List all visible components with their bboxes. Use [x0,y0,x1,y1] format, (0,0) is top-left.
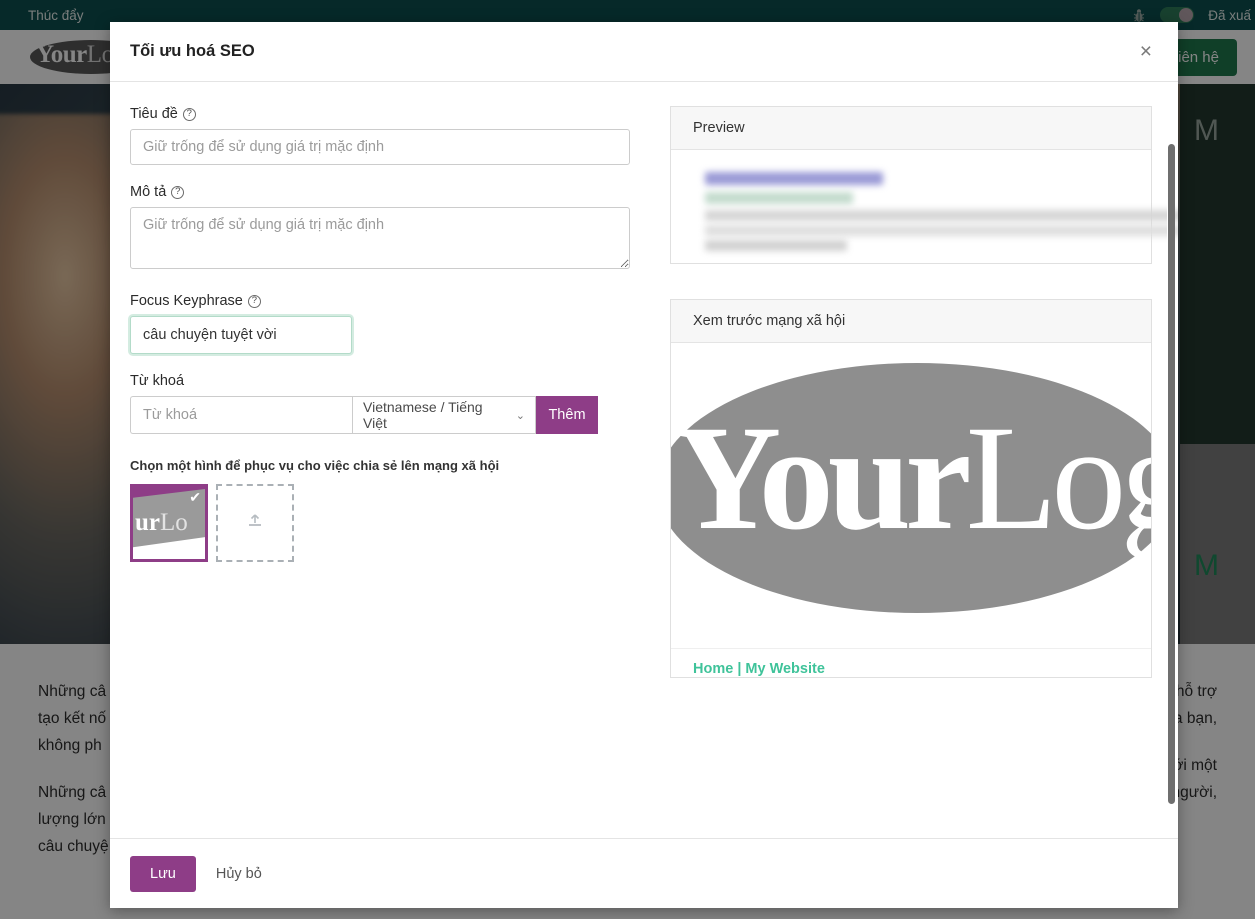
social-preview-image: YourLogo [671,343,1151,649]
social-word-primary: Your [673,395,966,561]
focus-keyphrase-label-text: Focus Keyphrase [130,293,243,309]
description-field-block: Mô tả ? [130,184,640,274]
help-icon[interactable]: ? [171,186,184,199]
thumbnail-word-secondary: Lo [160,509,188,536]
focus-keyphrase-block: Focus Keyphrase ? [130,293,640,354]
dialog-header: Tối ưu hoá SEO × [110,22,1178,82]
seo-title-input[interactable] [130,129,630,165]
serp-preview-placeholder [691,166,1131,276]
serp-preview-header: Preview [671,107,1151,150]
description-label-text: Mô tả [130,184,166,200]
selected-logo-thumbnail[interactable]: urLo ✔ [130,484,208,562]
language-select-value: Vietnamese / Tiếng Việt [363,399,510,431]
focus-keyphrase-label: Focus Keyphrase ? [130,293,640,309]
upload-icon [246,512,264,535]
serp-preview-card: Preview [670,106,1152,264]
dialog-footer: Lưu Hủy bỏ [110,838,1178,908]
cancel-button[interactable]: Hủy bỏ [206,856,272,892]
social-preview-card: Xem trước mạng xã hội YourLogo Home | My… [670,299,1152,678]
placeholder-desc-line [705,225,1178,236]
dialog-left-column: Tiêu đề ? Mô tả ? Focus Keyphrase ? [110,82,660,838]
chevron-down-icon: ⌄ [516,409,525,422]
thumbnail-wordmark: urLo [135,509,188,537]
placeholder-desc-line [705,240,847,251]
keywords-label: Từ khoá [130,373,640,389]
keywords-row: Vietnamese / Tiếng Việt ⌄ Thêm [130,396,640,434]
help-icon[interactable]: ? [183,108,196,121]
title-field-label: Tiêu đề ? [130,106,640,122]
seo-optimization-dialog: Tối ưu hoá SEO × Tiêu đề ? Mô tả ? [110,22,1178,908]
title-field-block: Tiêu đề ? [130,106,640,165]
placeholder-title-line [705,172,883,185]
add-keyword-button[interactable]: Thêm [536,396,598,434]
dialog-title: Tối ưu hoá SEO [130,42,255,61]
keywords-label-text: Từ khoá [130,373,184,389]
social-image-thumbnails: urLo ✔ [130,484,640,562]
keyword-input[interactable] [130,396,352,434]
upload-image-tile[interactable] [216,484,294,562]
check-icon: ✔ [189,490,201,504]
close-icon[interactable]: × [1134,39,1158,64]
placeholder-desc-line [705,210,1178,221]
dialog-right-column: Preview Xem trước mạng xã hội YourLogo [660,82,1178,838]
save-button[interactable]: Lưu [130,856,196,892]
help-icon[interactable]: ? [248,295,261,308]
social-image-section-label: Chọn một hình để phục vụ cho việc chia s… [130,458,640,473]
dialog-body: Tiêu đề ? Mô tả ? Focus Keyphrase ? [110,82,1178,838]
social-word-secondary: Logo [966,395,1151,561]
dialog-scrollbar-thumb[interactable] [1168,144,1175,804]
seo-description-textarea[interactable] [130,207,630,269]
dialog-scrollbar[interactable] [1167,144,1175,838]
title-label-text: Tiêu đề [130,106,178,122]
placeholder-url-line [705,192,853,204]
social-preview-link[interactable]: Home | My Website [671,649,1151,677]
keywords-block: Từ khoá Vietnamese / Tiếng Việt ⌄ Thêm [130,373,640,434]
social-logo-wordmark: YourLogo [673,403,1151,553]
social-preview-header: Xem trước mạng xã hội [671,300,1151,343]
focus-keyphrase-input[interactable] [130,316,352,354]
serp-preview-body [671,150,1151,292]
thumbnail-word-primary: ur [135,509,160,536]
language-select[interactable]: Vietnamese / Tiếng Việt ⌄ [352,396,536,434]
description-field-label: Mô tả ? [130,184,640,200]
